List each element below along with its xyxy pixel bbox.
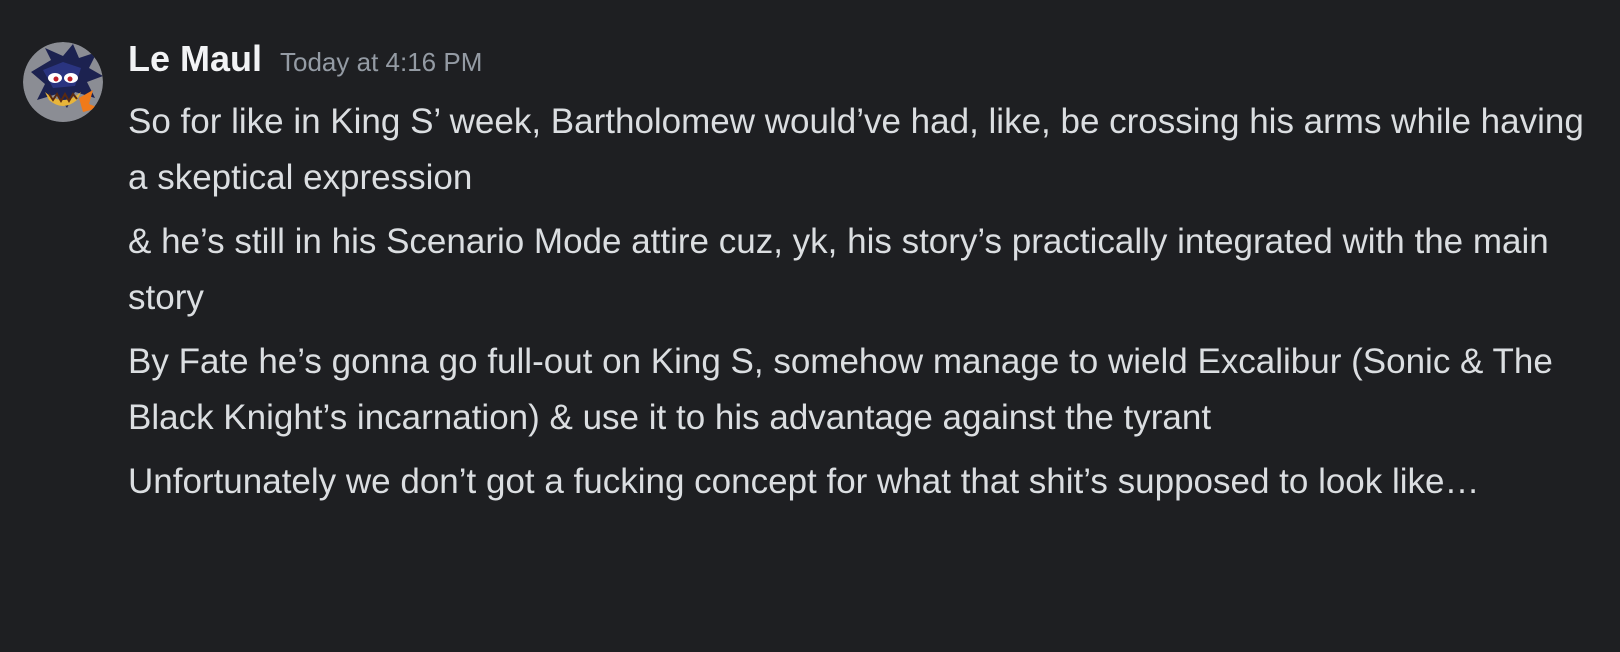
message-line: Unfortunately we don’t got a fucking con… bbox=[128, 462, 1480, 501]
message-body: So for like in King S’ week, Bartholomew… bbox=[128, 94, 1600, 510]
message-line: & he’s still in his Scenario Mode attire… bbox=[128, 222, 1549, 317]
message-line: So for like in King S’ week, Bartholomew… bbox=[128, 102, 1584, 197]
message-group: Le Maul Today at 4:16 PM So for like in … bbox=[0, 0, 1620, 652]
message-header: Le Maul Today at 4:16 PM bbox=[128, 38, 1600, 94]
username[interactable]: Le Maul bbox=[128, 38, 262, 80]
message-line: By Fate he’s gonna go full-out on King S… bbox=[128, 342, 1553, 437]
dark-hedgehog-avatar-icon bbox=[23, 42, 103, 122]
avatar[interactable] bbox=[23, 42, 103, 122]
message-content: Le Maul Today at 4:16 PM So for like in … bbox=[128, 38, 1600, 518]
timestamp[interactable]: Today at 4:16 PM bbox=[280, 47, 482, 78]
